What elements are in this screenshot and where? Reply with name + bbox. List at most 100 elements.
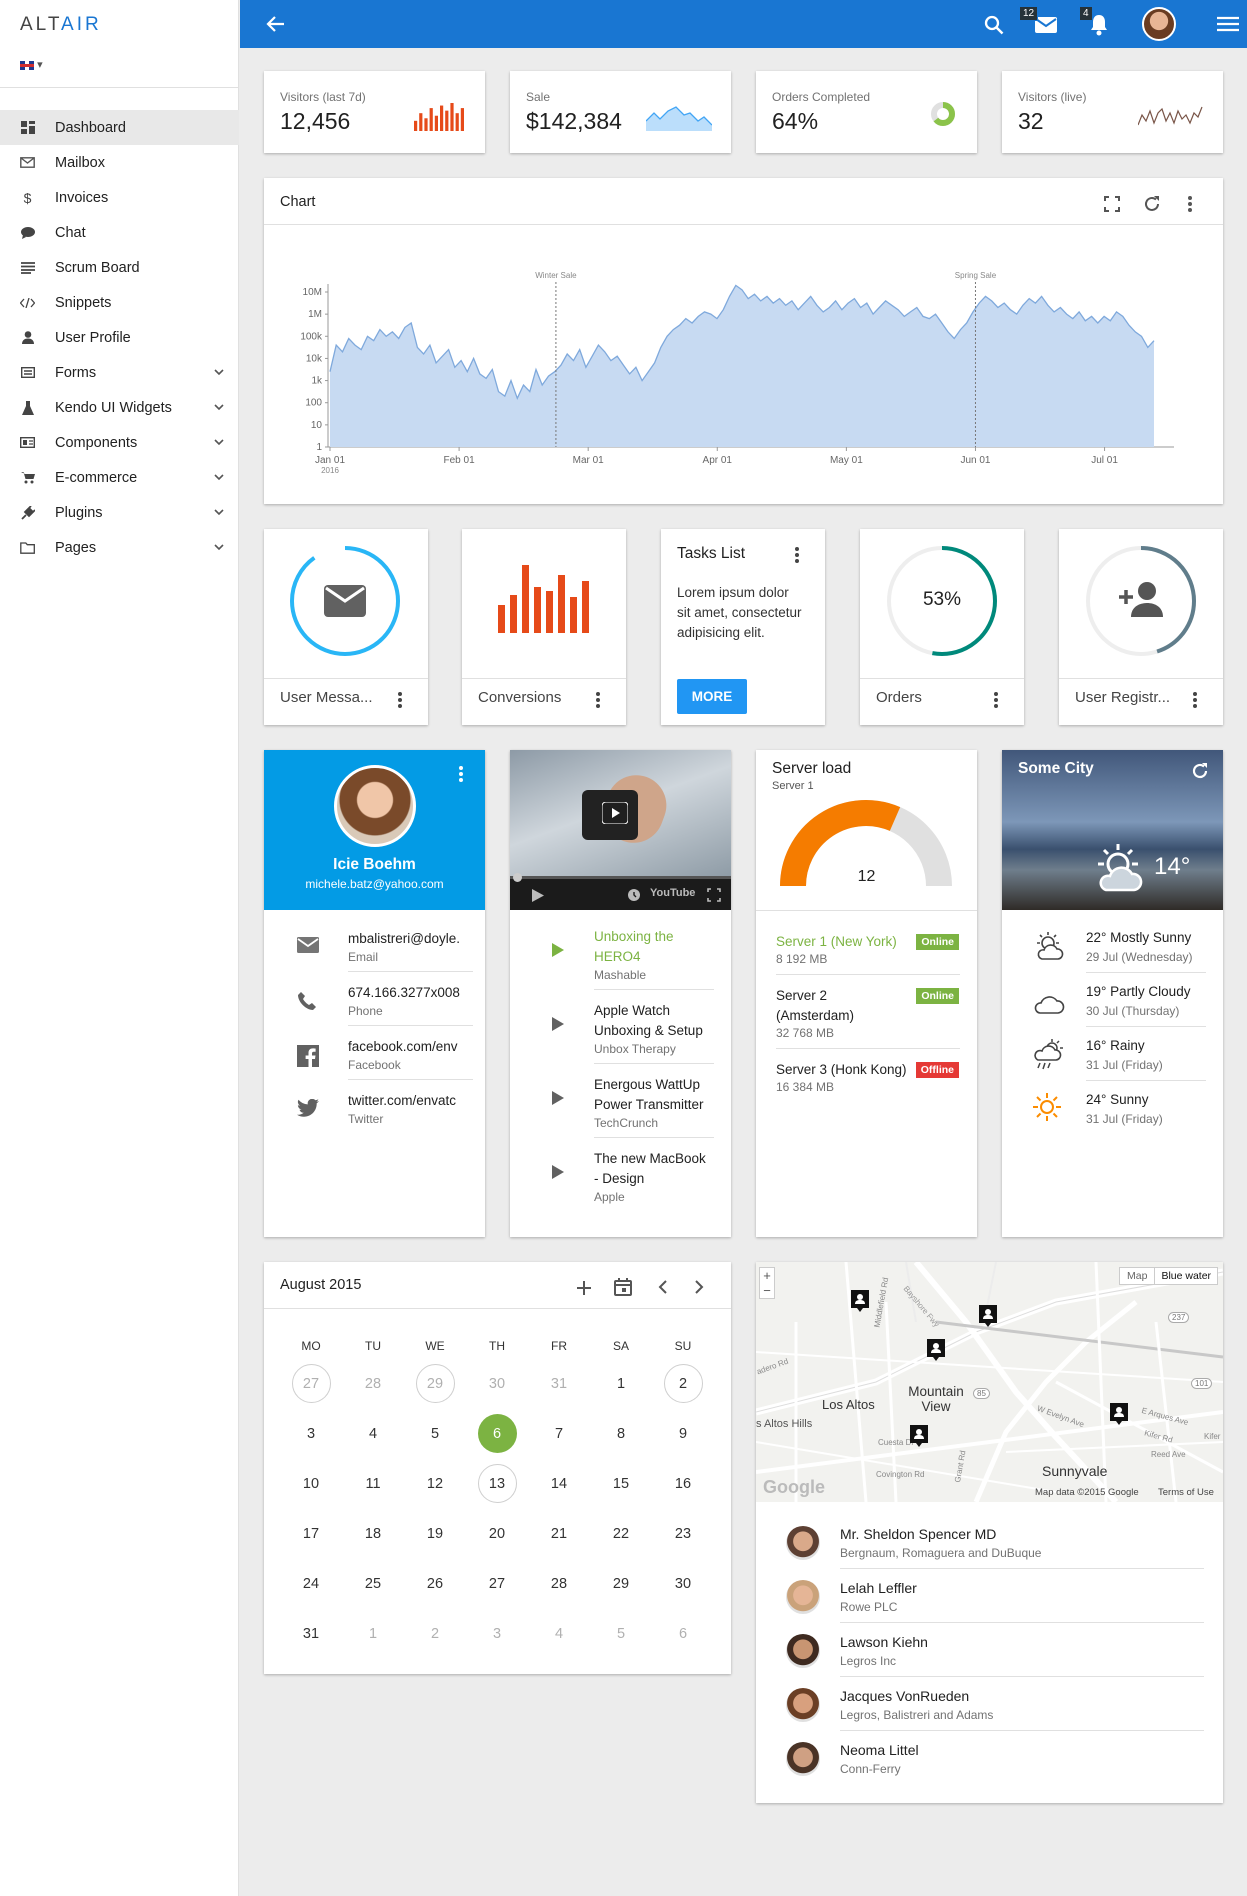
tile-user-messages[interactable]: User Messa... [264,529,428,725]
more-vert-icon[interactable] [994,692,998,708]
calendar-today-icon[interactable] [614,1278,632,1296]
sidebar-item-user-profile[interactable]: User Profile [0,320,239,355]
calendar-day[interactable]: 4 [354,1414,393,1453]
calendar-day[interactable]: 18 [354,1514,393,1553]
video-player[interactable]: YouTube [510,750,731,910]
tile-conversions[interactable]: Conversions [462,529,626,725]
calendar-day[interactable]: 20 [478,1514,517,1553]
more-vert-icon[interactable] [398,692,402,708]
calendar-day[interactable]: 3 [292,1414,331,1453]
calendar-day[interactable]: 14 [540,1464,579,1503]
contact-value[interactable]: twitter.com/envatc [348,1093,473,1108]
calendar-day[interactable]: 8 [602,1414,641,1453]
calendar-day[interactable]: 6 [477,1414,517,1453]
calendar-day[interactable]: 2 [663,1364,703,1403]
calendar-day[interactable]: 28 [354,1364,393,1403]
add-event-icon[interactable] [576,1280,592,1296]
contact-item[interactable]: Jacques VonRueden Legros, Balistreri and … [756,1682,1223,1732]
zoom-in-button[interactable]: + [760,1268,774,1283]
map-marker-icon[interactable] [910,1425,928,1447]
calendar-day[interactable]: 16 [664,1464,703,1503]
contact-value[interactable]: 674.166.3277x008 [348,985,473,1000]
map-marker-icon[interactable] [979,1305,997,1327]
youtube-logo[interactable]: YouTube [650,887,695,899]
map-terms-link[interactable]: Terms of Use [1158,1487,1214,1498]
tile-orders[interactable]: 53% Orders [860,529,1024,725]
sidebar-item-pages[interactable]: Pages [0,530,239,565]
calendar-day[interactable]: 1 [602,1364,641,1403]
more-button[interactable]: MORE [677,679,747,714]
fullscreen-icon[interactable] [1104,196,1120,212]
fullscreen-icon[interactable] [707,888,721,902]
more-vert-icon[interactable] [459,766,463,782]
playlist-item[interactable]: Apple Watch Unboxing & Setup Unbox Therap… [510,1003,731,1075]
playlist-item[interactable]: Unboxing the HERO4 Mashable [510,929,731,1001]
chevron-right-icon[interactable] [694,1280,704,1294]
contact-value[interactable]: mbalistreri@doyle. [348,931,473,946]
calendar-day[interactable]: 25 [354,1564,393,1603]
calendar-day[interactable]: 27 [291,1364,331,1403]
calendar-day[interactable]: 23 [664,1514,703,1553]
playlist-item[interactable]: The new MacBook - Design Apple [510,1151,731,1223]
tile-user-registrations[interactable]: User Registr... [1059,529,1223,725]
calendar-day[interactable]: 13 [477,1464,517,1503]
contact-value[interactable]: facebook.com/env [348,1039,473,1054]
calendar-day[interactable]: 6 [664,1614,703,1653]
user-avatar[interactable] [1142,7,1176,41]
contact-item[interactable]: Neoma Littel Conn-Ferry [756,1736,1223,1786]
calendar-day[interactable]: 11 [354,1464,393,1503]
profile-avatar[interactable] [334,765,416,847]
app-logo[interactable]: ALTAIR [20,14,102,36]
sidebar-item-kendo-ui-widgets[interactable]: Kendo UI Widgets [0,390,239,425]
more-vert-icon[interactable] [1188,195,1192,213]
search-icon[interactable] [984,15,1004,35]
calendar-day[interactable]: 26 [416,1564,455,1603]
contact-item[interactable]: Lelah Leffler Rowe PLC [756,1574,1223,1624]
contact-item[interactable]: Mr. Sheldon Spencer MD Bergnaum, Romaguer… [756,1520,1223,1570]
sidebar-item-scrum-board[interactable]: Scrum Board [0,250,239,285]
map-marker-icon[interactable] [1110,1403,1128,1425]
map-type-map-button[interactable]: Map [1120,1268,1154,1284]
calendar-day[interactable]: 5 [602,1614,641,1653]
calendar-day[interactable]: 10 [292,1464,331,1503]
calendar-day[interactable]: 4 [540,1614,579,1653]
sidebar-item-snippets[interactable]: Snippets [0,285,239,320]
mail-icon[interactable] [1035,17,1057,33]
calendar-day[interactable]: 31 [292,1614,331,1653]
play-icon[interactable] [602,802,628,824]
sidebar-item-mailbox[interactable]: Mailbox [0,145,239,180]
sidebar-item-e-commerce[interactable]: E-commerce [0,460,239,495]
sidebar-item-dashboard[interactable]: Dashboard [0,110,239,145]
clock-icon[interactable] [628,889,640,901]
back-arrow-icon[interactable] [264,14,286,34]
video-scrubber[interactable] [513,873,522,882]
calendar-day[interactable]: 7 [540,1414,579,1453]
map-marker-icon[interactable] [927,1339,945,1361]
calendar-day[interactable]: 30 [478,1364,517,1403]
contact-item[interactable]: Lawson Kiehn Legros Inc [756,1628,1223,1678]
calendar-day[interactable]: 12 [416,1464,455,1503]
sidebar-item-invoices[interactable]: $ Invoices [0,180,239,215]
calendar-day[interactable]: 29 [415,1364,455,1403]
calendar-day[interactable]: 29 [602,1564,641,1603]
map-marker-icon[interactable] [851,1290,869,1312]
more-vert-icon[interactable] [596,692,600,708]
menu-hamburger-icon[interactable] [1217,16,1239,32]
calendar-day[interactable]: 9 [664,1414,703,1453]
playlist-item[interactable]: Energous WattUp Power Transmitter TechCru… [510,1077,731,1149]
calendar-day[interactable]: 24 [292,1564,331,1603]
calendar-day[interactable]: 2 [416,1614,455,1653]
more-vert-icon[interactable] [1193,692,1197,708]
chevron-left-icon[interactable] [658,1280,668,1294]
refresh-icon[interactable] [1191,762,1209,780]
calendar-day[interactable]: 21 [540,1514,579,1553]
map-type-blue-water-button[interactable]: Blue water [1154,1268,1217,1284]
more-vert-icon[interactable] [795,547,799,563]
calendar-day[interactable]: 28 [540,1564,579,1603]
calendar-day[interactable]: 19 [416,1514,455,1553]
video-progress-track[interactable] [510,876,731,879]
map-view[interactable]: + − Map Blue water Mountain View Los Altos… [756,1262,1223,1502]
sidebar-item-forms[interactable]: Forms [0,355,239,390]
sidebar-item-components[interactable]: Components [0,425,239,460]
calendar-day[interactable]: 5 [416,1414,455,1453]
